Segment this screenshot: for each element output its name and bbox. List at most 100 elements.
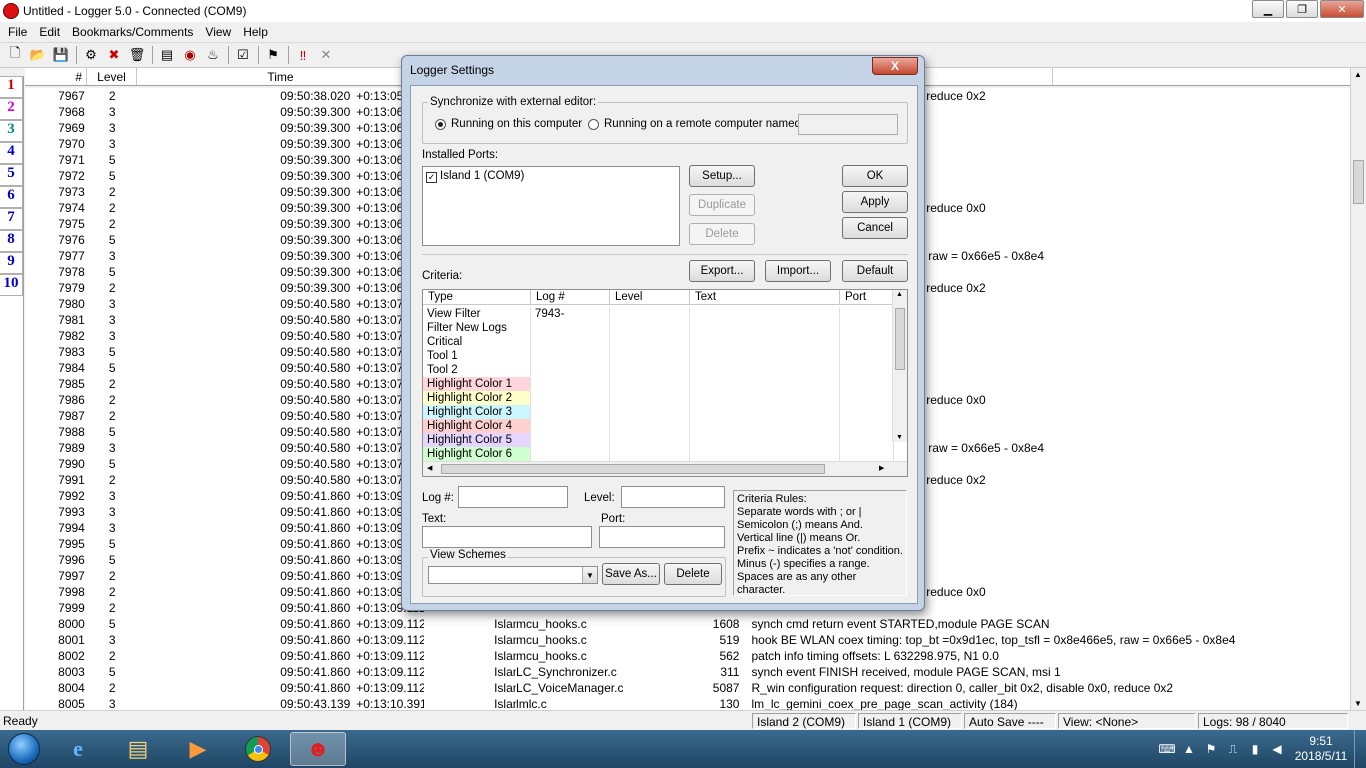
clear-icon[interactable]: 🗑 [126, 45, 148, 65]
taskbar-logger-icon[interactable]: ☻ [290, 732, 346, 766]
criteria-scroll-up-icon[interactable]: ▲ [896, 291, 903, 298]
column-header-number[interactable]: # [25, 68, 87, 85]
criteria-vscroll-thumb[interactable] [895, 308, 905, 370]
radio-local[interactable] [435, 119, 446, 130]
menu-bookmarks[interactable]: Bookmarks/Comments [66, 25, 199, 39]
delete-scheme-button[interactable]: Delete [664, 563, 722, 585]
criteria-col-type[interactable]: Type [423, 290, 531, 304]
minimize-button[interactable]: ▁ [1252, 0, 1284, 18]
criteria-hscroll-thumb[interactable] [441, 464, 825, 474]
radio-local-label[interactable]: Running on this computer [451, 118, 582, 130]
chevron-down-icon[interactable]: ▼ [582, 567, 597, 583]
criteria-row[interactable]: Highlight Color 6 [423, 447, 894, 461]
properties-icon[interactable]: ☑ [232, 45, 254, 65]
criteria-scroll-down-icon[interactable]: ▼ [896, 434, 903, 441]
filter-icon[interactable]: ▤ [156, 45, 178, 65]
apply-button[interactable]: Apply [842, 191, 908, 213]
usb-icon[interactable]: ⎍ [1222, 742, 1244, 757]
start-button[interactable] [0, 731, 48, 767]
criteria-row[interactable]: Filter New Logs [423, 321, 894, 335]
scroll-up-icon[interactable]: ▲ [1354, 70, 1362, 79]
bookmark-8[interactable]: 8 [0, 230, 23, 252]
remove-critical-icon[interactable]: ✕ [315, 45, 337, 65]
tool-icon[interactable]: ♨ [202, 45, 224, 65]
menu-file[interactable]: File [2, 25, 33, 39]
import-button[interactable]: Import... [765, 260, 831, 282]
stop-icon[interactable]: ◉ [179, 45, 201, 65]
bookmark-2[interactable]: 2 [0, 98, 23, 120]
taskbar-chrome-icon[interactable] [230, 732, 286, 766]
network-icon[interactable]: ▮ [1244, 742, 1266, 756]
port-list-item[interactable]: ✓ Island 1 (COM9) [426, 170, 524, 183]
radio-remote[interactable] [588, 119, 599, 130]
level-input[interactable] [621, 486, 725, 508]
criteria-table[interactable]: Type Log # Level Text Port View Filter 79… [422, 289, 908, 477]
critical-icon[interactable]: ‼ [292, 45, 314, 65]
scroll-down-icon[interactable]: ▼ [1354, 699, 1362, 708]
remote-name-input[interactable] [798, 114, 898, 135]
bookmark-6[interactable]: 6 [0, 186, 23, 208]
settings-icon[interactable]: ⚙ [80, 45, 102, 65]
bookmark-4[interactable]: 4 [0, 142, 23, 164]
dialog-close-button[interactable]: X [872, 57, 918, 75]
scroll-thumb[interactable] [1353, 160, 1364, 204]
volume-icon[interactable]: ◀ [1266, 742, 1288, 756]
criteria-scroll-left-icon[interactable]: ◀ [427, 464, 432, 472]
port-checkbox[interactable]: ✓ [426, 172, 437, 183]
setup-button[interactable]: Setup... [689, 165, 755, 187]
table-row[interactable]: 8003 5 09:50:41.860 +0:13:09.112 Island 1LC_… [25, 664, 1350, 680]
bookmark-5[interactable]: 5 [0, 164, 23, 186]
criteria-row[interactable]: Tool 2 [423, 363, 894, 377]
save-icon[interactable]: 💾 [50, 45, 72, 65]
criteria-vscroll[interactable]: ▲ ▼ [892, 290, 907, 442]
delete-port-button[interactable]: Delete [689, 223, 755, 245]
clock[interactable]: 9:51 2018/5/11 [1288, 734, 1354, 764]
port-input[interactable] [599, 526, 725, 548]
view-schemes-select[interactable]: ▼ [428, 566, 598, 584]
criteria-col-log[interactable]: Log # [531, 290, 610, 304]
show-desktop-button[interactable] [1354, 730, 1366, 768]
export-button[interactable]: Export... [689, 260, 755, 282]
table-row[interactable]: 8002 2 09:50:41.860 +0:13:09.112 Island 1mcu… [25, 648, 1350, 664]
table-row[interactable]: 8000 5 09:50:41.860 +0:13:09.112 Island 1mcu… [25, 616, 1350, 632]
column-header-time[interactable]: Time [137, 68, 425, 85]
menu-help[interactable]: Help [237, 25, 274, 39]
default-button[interactable]: Default [842, 260, 908, 282]
column-header-level[interactable]: Level [87, 68, 137, 85]
taskbar-media-player-icon[interactable]: ▶ [170, 732, 226, 766]
ok-button[interactable]: OK [842, 165, 908, 187]
menu-view[interactable]: View [199, 25, 237, 39]
delete-icon[interactable]: ✖ [103, 45, 125, 65]
new-file-icon[interactable]: 🗋 [4, 45, 26, 65]
column-header-extra[interactable] [1053, 68, 1173, 85]
taskbar-ie-icon[interactable]: e [50, 732, 106, 766]
cancel-button[interactable]: Cancel [842, 217, 908, 239]
criteria-col-port[interactable]: Port [840, 290, 894, 304]
criteria-row[interactable]: Highlight Color 5 [423, 433, 894, 447]
table-row[interactable]: 8001 3 09:50:41.860 +0:13:09.112 Island 1mcu… [25, 632, 1350, 648]
flag-icon[interactable]: ⚑ [1200, 742, 1222, 756]
criteria-row[interactable]: Critical [423, 335, 894, 349]
text-input[interactable] [422, 526, 592, 548]
log-grid-scrollbar[interactable]: ▲ ▼ [1350, 68, 1366, 710]
bookmark-10[interactable]: 10 [0, 274, 23, 296]
criteria-col-text[interactable]: Text [690, 290, 840, 304]
criteria-col-level[interactable]: Level [610, 290, 690, 304]
criteria-scroll-right-icon[interactable]: ▶ [879, 464, 884, 472]
menu-edit[interactable]: Edit [33, 25, 66, 39]
tray-expand-icon[interactable]: ▲ [1178, 742, 1200, 756]
taskbar-explorer-icon[interactable]: ▤ [110, 732, 166, 766]
close-button[interactable]: ✕ [1320, 0, 1364, 18]
criteria-row[interactable]: Highlight Color 4 [423, 419, 894, 433]
table-row[interactable]: 8004 2 09:50:41.860 +0:13:09.112 Island 1LC_… [25, 680, 1350, 696]
keyboard-icon[interactable]: ⌨ [1156, 742, 1178, 756]
bookmark-7[interactable]: 7 [0, 208, 23, 230]
installed-ports-list[interactable]: ✓ Island 1 (COM9) [422, 166, 680, 246]
criteria-row[interactable]: Highlight Color 1 [423, 377, 894, 391]
maximize-button[interactable]: ❐ [1286, 0, 1318, 18]
criteria-row[interactable]: Highlight Color 3 [423, 405, 894, 419]
criteria-row[interactable]: Highlight Color 2 [423, 391, 894, 405]
duplicate-button[interactable]: Duplicate [689, 194, 755, 216]
bookmark-1[interactable]: 1 [0, 76, 23, 98]
criteria-row[interactable]: Tool 1 [423, 349, 894, 363]
